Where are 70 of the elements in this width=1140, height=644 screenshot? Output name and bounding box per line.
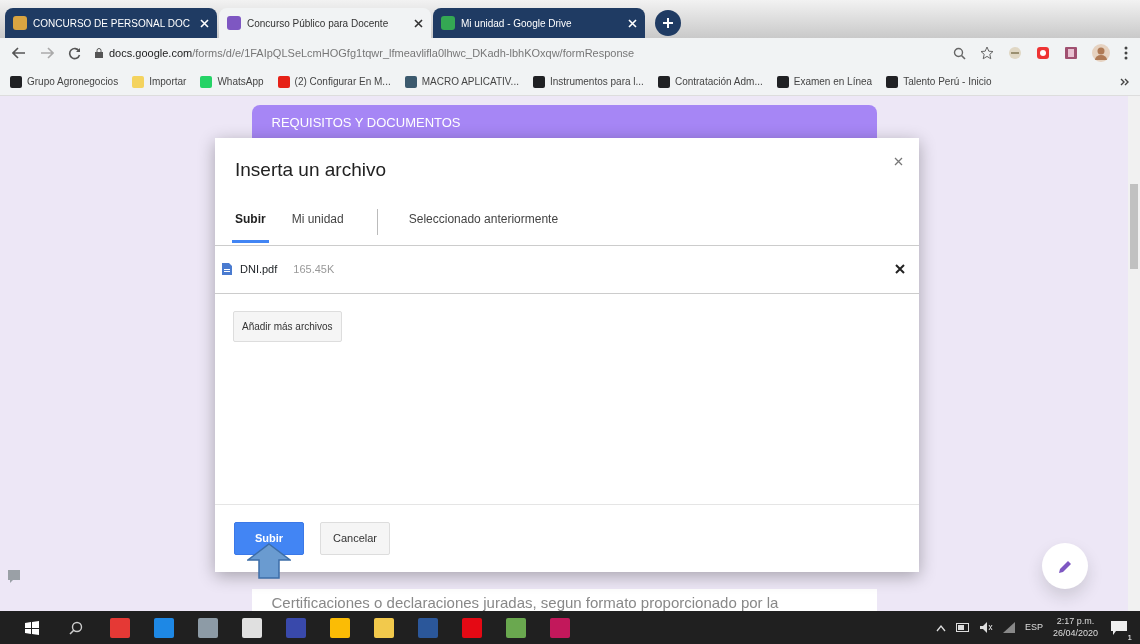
- taskbar-app-icon[interactable]: [330, 617, 350, 638]
- bookmark-link[interactable]: Talento Perú - Inicio: [903, 74, 992, 89]
- message-icon: [1111, 620, 1127, 635]
- bookmark-link[interactable]: WhatsApp: [217, 74, 264, 89]
- network-icon[interactable]: [1002, 622, 1015, 633]
- taskbar-app-icon[interactable]: [374, 617, 394, 638]
- clock-time[interactable]: 2:17 p.m.: [1052, 616, 1098, 628]
- zoom-icon[interactable]: [953, 46, 966, 60]
- question-text: Certificaciones o declaraciones juradas, segun formato proporcionado por la: [251, 589, 877, 611]
- lock-icon: [95, 48, 103, 58]
- scrollbar-thumb[interactable]: [1130, 184, 1138, 269]
- bookmark-icon[interactable]: [404, 75, 417, 88]
- browser-tab[interactable]: Concurso Público para Docente: [219, 8, 431, 38]
- extension-icon[interactable]: [1008, 46, 1022, 60]
- bookmark-link[interactable]: Importar: [149, 74, 187, 89]
- close-icon[interactable]: [414, 18, 423, 28]
- menu-icon[interactable]: [1124, 46, 1128, 60]
- bookmark-link[interactable]: (2) Configurar En M...: [294, 74, 391, 89]
- document-icon: [222, 263, 232, 275]
- chevron-up-icon[interactable]: [935, 623, 946, 632]
- tab-title: Mi unidad - Google Drive: [461, 16, 573, 31]
- bookmark-icon[interactable]: [886, 75, 899, 88]
- url-text: docs.google.com/forms/d/e/1FAIpQLSeLcmHOGfg1tqwr_lfmeavlifla0lhwc_DKadh-lbhKOxqw/formResponse: [109, 45, 635, 61]
- edit-button[interactable]: [1042, 543, 1088, 589]
- bookmark-icon[interactable]: [776, 75, 789, 88]
- taskbar-app-icon[interactable]: [242, 617, 262, 638]
- up-arrow-drawing: [247, 543, 291, 579]
- bookmark-link[interactable]: Grupo Agronegocios: [27, 74, 119, 89]
- bookmark-icon[interactable]: [10, 75, 22, 88]
- pencil-icon: [1057, 558, 1073, 575]
- plus-icon: [662, 17, 674, 29]
- browser-tab[interactable]: Mi unidad - Google Drive: [433, 8, 645, 38]
- notification-count: 1: [1127, 633, 1132, 642]
- chevrons-icon[interactable]: [1120, 76, 1130, 87]
- bookmark-link[interactable]: Instrumentos para l...: [549, 74, 644, 89]
- bookmark-icon[interactable]: [532, 75, 545, 88]
- upload-button[interactable]: Subir: [234, 522, 304, 555]
- dialog-title: Inserta un archivo: [234, 158, 388, 182]
- language-indicator[interactable]: ESP: [1024, 620, 1043, 635]
- clock-date[interactable]: 26/04/2020: [1052, 627, 1098, 639]
- star-icon[interactable]: [980, 46, 994, 60]
- file-size: 165.45K: [293, 261, 335, 277]
- tab-title: CONCURSO DE PERSONAL DOC: [33, 16, 191, 31]
- dialog-tab[interactable]: Mi unidad: [288, 200, 347, 243]
- battery-icon[interactable]: [955, 623, 970, 632]
- avatar-icon[interactable]: [1092, 44, 1110, 62]
- dialog-tab[interactable]: Subir: [232, 200, 269, 243]
- speaker-icon[interactable]: [979, 622, 993, 633]
- taskbar-app-icon[interactable]: [198, 617, 218, 638]
- taskbar-app-icon[interactable]: [506, 617, 526, 638]
- extension-icon[interactable]: [1064, 46, 1078, 60]
- windows-logo-icon[interactable]: [25, 620, 39, 635]
- back-arrow-icon[interactable]: [12, 47, 26, 59]
- notification-button[interactable]: 1: [1108, 616, 1130, 639]
- search-icon[interactable]: [69, 620, 83, 635]
- cancel-button[interactable]: Cancelar: [320, 522, 390, 555]
- file-name: DNI.pdf: [240, 261, 278, 277]
- add-files-button[interactable]: Añadir más archivos: [233, 310, 342, 342]
- scrollbar[interactable]: [1128, 96, 1140, 611]
- dialog-tab[interactable]: Seleccionado anteriormente: [405, 200, 562, 243]
- bookmark-link[interactable]: Examen en Línea: [793, 74, 873, 89]
- bookmark-icon[interactable]: [657, 75, 670, 88]
- extension-icon[interactable]: [1036, 46, 1050, 60]
- browser-tab[interactable]: CONCURSO DE PERSONAL DOC: [5, 8, 217, 38]
- bookmark-link[interactable]: MACRO APLICATIV...: [421, 74, 519, 89]
- reload-icon[interactable]: [68, 46, 81, 60]
- tab-title: Concurso Público para Docente: [247, 16, 390, 31]
- close-icon[interactable]: [895, 264, 905, 274]
- bookmark-link[interactable]: Contratación Adm...: [674, 74, 763, 89]
- new-tab-button[interactable]: [655, 10, 681, 36]
